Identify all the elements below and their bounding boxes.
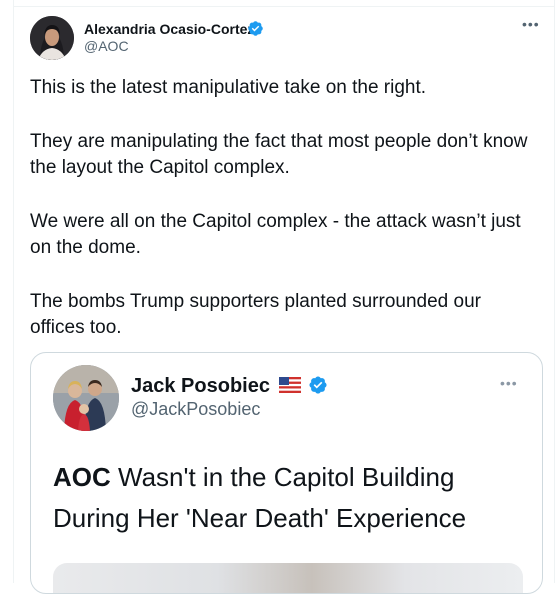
verified-badge-icon	[248, 21, 263, 36]
quoted-tweet-card[interactable]: Jack Posobiec @JackPosobiec ••• AOC Wasn…	[30, 352, 543, 594]
tweet-paragraph: They are manipulating the fact that most…	[30, 131, 528, 178]
tweet-paragraph: We were all on the Capitol complex - the…	[30, 211, 521, 258]
author-avatar-image	[30, 16, 74, 60]
quoted-avatar-image	[53, 365, 119, 431]
us-flag-icon	[279, 377, 301, 393]
tweet-top-divider	[13, 6, 555, 7]
author-avatar[interactable]	[30, 16, 74, 60]
tweet-paragraph: The bombs Trump supporters planted surro…	[30, 291, 481, 338]
quoted-headline: AOC Wasn't in the Capitol Building Durin…	[53, 457, 533, 539]
quoted-headline-bold: AOC	[53, 462, 111, 492]
author-name[interactable]: Alexandria Ocasio-Cortez	[84, 21, 254, 37]
quoted-more-options-icon: •••	[500, 375, 518, 391]
quoted-verified-badge-icon	[309, 376, 327, 394]
author-handle[interactable]: @AOC	[84, 38, 129, 54]
quoted-media-image[interactable]	[53, 563, 523, 593]
timeline-right-border	[554, 0, 555, 583]
quoted-headline-rest: Wasn't in the Capitol Building During He…	[53, 462, 467, 533]
quoted-author-name[interactable]: Jack Posobiec	[131, 375, 270, 398]
more-options-icon[interactable]: •••	[522, 16, 540, 32]
quoted-author-handle[interactable]: @JackPosobiec	[131, 399, 260, 420]
tweet-paragraph: This is the latest manipulative take on …	[30, 77, 427, 98]
timeline-left-border	[13, 0, 14, 583]
quoted-author-avatar[interactable]	[53, 365, 119, 431]
